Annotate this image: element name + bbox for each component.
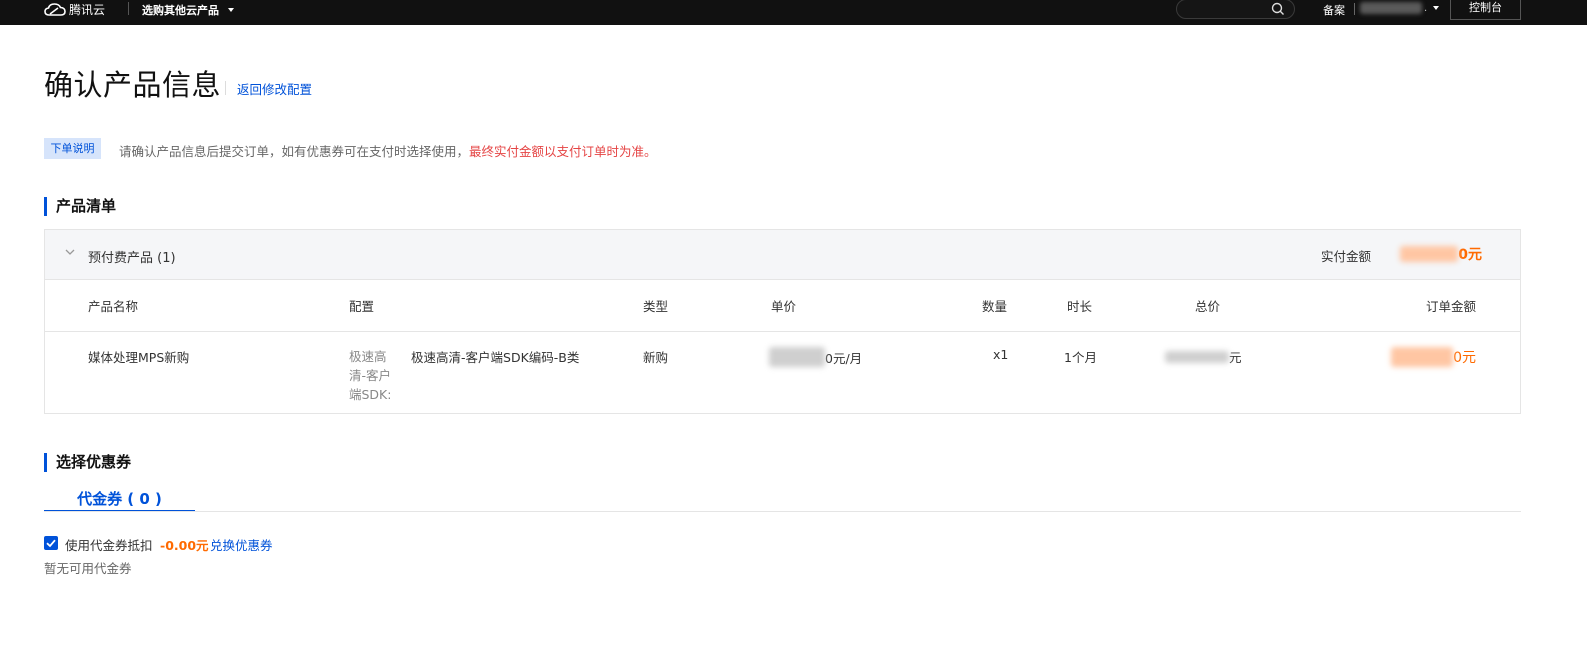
pay-amount-label: 实付金额 [1320, 249, 1371, 264]
column-header-quantity: 数量 [982, 299, 1008, 314]
order-amount: 0元 [1391, 347, 1476, 367]
pay-amount-value: 0元 [1400, 244, 1482, 264]
deduct-amount: -0.00元 [160, 538, 209, 553]
topbar-divider [1354, 3, 1355, 15]
top-nav-bar: 腾讯云 选购其他云产品 备案 . 控制台 [0, 0, 1587, 25]
table-divider [45, 331, 1520, 332]
column-header-type: 类型 [643, 299, 669, 314]
redacted-value [1165, 350, 1229, 363]
no-voucher-text: 暂无可用代金券 [44, 561, 132, 576]
back-to-config-link[interactable]: 返回修改配置 [237, 79, 312, 98]
product-list-table: 预付费产品 (1) 实付金额 0元 产品名称 配置 类型 单价 数量 时长 总价… [44, 229, 1521, 414]
search-icon [1271, 2, 1284, 15]
redeem-coupon-link[interactable]: 兑换优惠券 [210, 535, 273, 554]
product-name: 媒体处理MPS新购 [88, 350, 190, 365]
column-header-duration: 时长 [1067, 299, 1093, 314]
product-menu-label: 选购其他云产品 [142, 4, 219, 17]
redacted-value [1400, 246, 1459, 262]
total-price: 元 [1165, 347, 1242, 366]
column-header-order-amount: 订单金额 [1425, 299, 1476, 314]
page-title: 确认产品信息 [44, 68, 222, 102]
product-menu-dropdown[interactable]: 选购其他云产品 [142, 2, 234, 18]
column-header-config: 配置 [349, 299, 375, 314]
notice-highlight: 最终实付金额以支付订单时为准。 [469, 144, 657, 159]
order-amount-suffix: 0元 [1453, 350, 1476, 366]
redacted-value [1391, 347, 1454, 367]
product-list-heading: 产品清单 [44, 197, 116, 216]
use-voucher-checkbox[interactable] [44, 536, 58, 550]
account-dropdown[interactable]: . [1360, 2, 1440, 14]
beian-link[interactable]: 备案 [1323, 2, 1345, 18]
quantity: x1 [993, 347, 1009, 362]
title-divider [225, 81, 226, 95]
redacted-value [769, 347, 825, 367]
notice-body: 请确认产品信息后提交订单，如有优惠券可在支付时选择使用， [119, 144, 470, 159]
chevron-down-icon [1433, 6, 1440, 10]
order-notice-tag: 下单说明 [44, 138, 101, 159]
total-price-suffix: 元 [1229, 350, 1242, 365]
account-name-redacted [1360, 2, 1422, 14]
unit-price: 0元/月 [769, 347, 862, 367]
config-value: 极速高清-客户端SDK编码-B类 [411, 350, 580, 365]
order-type: 新购 [643, 350, 669, 365]
config-key: 极速高清-客户端SDK: [349, 349, 392, 402]
console-button[interactable]: 控制台 [1450, 0, 1521, 20]
chevron-down-icon[interactable] [65, 248, 75, 256]
search-input[interactable] [1176, 0, 1295, 19]
tencent-cloud-logo[interactable]: 腾讯云 [44, 1, 105, 18]
tab-voucher[interactable]: 代金券 ( 0 ) [44, 488, 195, 512]
column-header-total: 总价 [1195, 299, 1221, 314]
topbar-divider [128, 2, 129, 15]
column-header-name: 产品名称 [88, 299, 139, 314]
product-group-label: 预付费产品 (1) [88, 251, 176, 266]
column-header-unit-price: 单价 [771, 299, 797, 314]
use-voucher-label[interactable]: 使用代金券抵扣 [65, 535, 153, 554]
duration: 1个月 [1064, 350, 1097, 365]
logo-text: 腾讯云 [69, 3, 106, 17]
order-notice-text: 请确认产品信息后提交订单，如有优惠券可在支付时选择使用，最终实付金额以支付订单时… [119, 141, 657, 160]
checkmark-icon [46, 539, 56, 548]
cloud-logo-icon [44, 2, 66, 16]
pay-amount-suffix: 0元 [1458, 247, 1482, 263]
unit-price-suffix: 0元/月 [825, 350, 863, 366]
product-group-header[interactable]: 预付费产品 (1) 实付金额 0元 [45, 230, 1520, 280]
chevron-down-icon [228, 8, 234, 12]
account-suffix: . [1424, 2, 1428, 14]
coupon-heading: 选择优惠券 [44, 453, 131, 472]
tab-divider [44, 511, 1521, 512]
